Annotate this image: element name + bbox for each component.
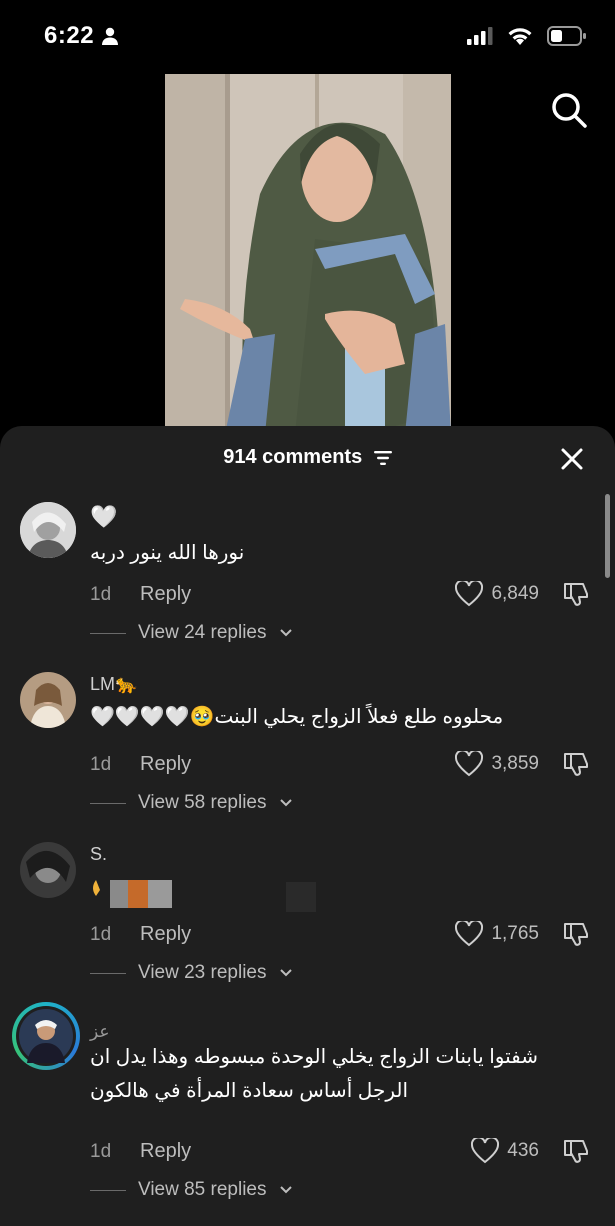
wifi-icon	[508, 28, 532, 45]
comment-sticker-block	[286, 882, 316, 912]
chevron-down-icon	[279, 629, 292, 637]
avatar[interactable]	[20, 842, 76, 898]
heart-icon	[455, 921, 484, 947]
person-icon	[102, 27, 119, 45]
signal-icon	[467, 27, 493, 45]
heart-icon	[471, 1138, 500, 1164]
comments-header: 914 comments	[0, 426, 615, 492]
video-preview[interactable]	[165, 74, 451, 434]
comment-emoji-line: 🤍	[90, 504, 118, 529]
avatar[interactable]	[12, 1002, 80, 1070]
comment-username[interactable]: S.	[90, 844, 107, 865]
like-button[interactable]: 6,849	[455, 581, 539, 607]
comment-text: نورها الله ينور دربه	[90, 542, 245, 564]
like-count: 436	[507, 1140, 539, 1161]
dislike-icon[interactable]	[561, 580, 591, 610]
chevron-down-icon	[279, 1186, 292, 1194]
chevron-down-icon	[279, 799, 292, 807]
comment-text: محلووه طلع فعلاً الزواج يحلي البنت🥹🤍🤍🤍🤍	[90, 706, 504, 728]
avatar[interactable]	[20, 502, 76, 558]
dislike-icon[interactable]	[561, 1137, 591, 1167]
dislike-icon[interactable]	[561, 920, 591, 950]
comment-age: 1d	[90, 1141, 112, 1162]
like-button[interactable]: 3,859	[455, 751, 539, 777]
comment-sticker	[90, 876, 172, 910]
view-replies-button[interactable]: View 23 replies	[90, 962, 293, 984]
status-time: 6:22	[44, 22, 119, 50]
reply-button[interactable]: Reply	[140, 923, 191, 946]
view-replies-button[interactable]: View 58 replies	[90, 792, 293, 814]
status-bar: 6:22	[0, 0, 615, 70]
scrollbar[interactable]	[605, 494, 610, 578]
view-replies-button[interactable]: View 24 replies	[90, 622, 293, 644]
like-count: 3,859	[491, 753, 539, 774]
chevron-down-icon	[279, 969, 292, 977]
battery-icon	[547, 26, 586, 46]
comments-count: 914 comments	[0, 446, 615, 469]
close-icon[interactable]	[557, 444, 587, 474]
heart-icon	[455, 751, 484, 777]
dislike-icon[interactable]	[561, 750, 591, 780]
video-frame-image	[165, 74, 451, 434]
comment-age: 1d	[90, 754, 112, 775]
reply-button[interactable]: Reply	[140, 753, 191, 776]
reply-button[interactable]: Reply	[140, 583, 191, 606]
avatar[interactable]	[20, 672, 76, 728]
comment-age: 1d	[90, 924, 112, 945]
comment-username[interactable]: عز	[90, 1022, 110, 1042]
search-icon[interactable]	[549, 90, 589, 130]
comment-age: 1d	[90, 584, 112, 605]
reply-button[interactable]: Reply	[140, 1140, 191, 1163]
like-count: 6,849	[491, 583, 539, 604]
heart-icon	[455, 581, 484, 607]
comment-username[interactable]: LM🐆	[90, 674, 137, 695]
comment-text: شفتوا يابنات الزواج يخلي الوحدة مبسوطه و…	[90, 1046, 538, 1102]
like-button[interactable]: 1,765	[455, 921, 539, 947]
like-count: 1,765	[491, 923, 539, 944]
filter-icon[interactable]	[373, 450, 392, 466]
like-button[interactable]: 436	[471, 1138, 539, 1164]
comments-sheet: 914 comments 🤍 نورها الله ينور دربه 1d R…	[0, 426, 615, 1226]
view-replies-button[interactable]: View 85 replies	[90, 1179, 293, 1201]
